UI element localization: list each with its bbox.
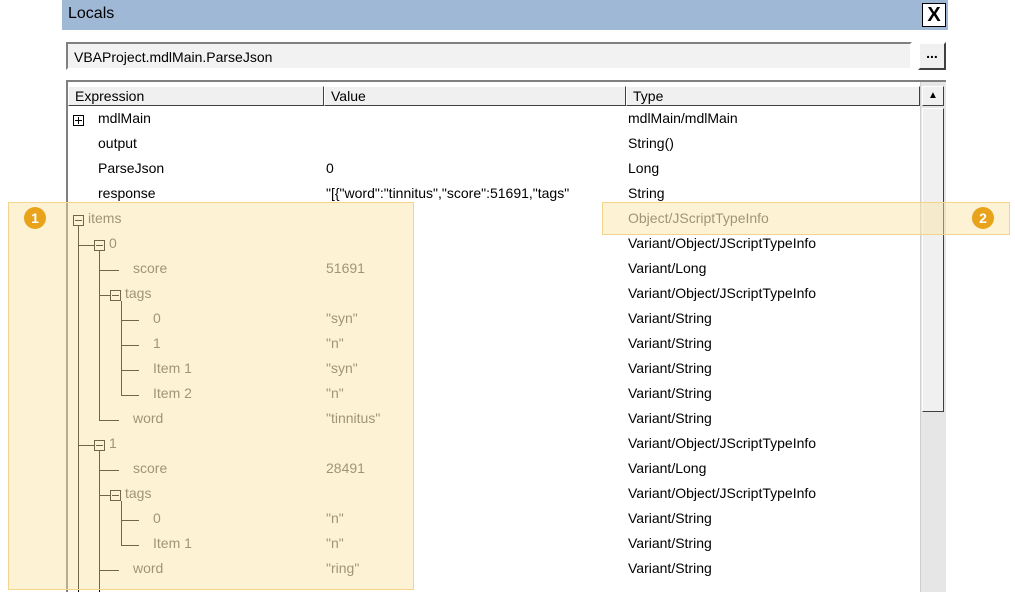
context-field: VBAProject.mdlMain.ParseJson xyxy=(66,42,912,70)
expression-cell: ParseJson xyxy=(98,160,165,176)
type-cell: Long xyxy=(628,160,660,176)
table-row[interactable]: output String() xyxy=(68,132,918,157)
context-text: VBAProject.mdlMain.ParseJson xyxy=(74,49,273,65)
type-cell: Variant/String xyxy=(628,510,712,526)
type-cell: Variant/Long xyxy=(628,460,707,476)
title-bar: Locals X xyxy=(62,0,948,30)
type-cell: Variant/Long xyxy=(628,260,707,276)
window-title: Locals xyxy=(68,5,115,22)
type-cell: Variant/String xyxy=(628,310,712,326)
expression-cell: mdlMain xyxy=(98,110,151,126)
scroll-thumb[interactable] xyxy=(922,108,944,412)
type-cell: String xyxy=(628,185,665,201)
type-highlight xyxy=(602,202,1010,235)
value-cell: 0 xyxy=(326,160,334,176)
type-cell: Variant/String xyxy=(628,560,712,576)
expression-cell: response xyxy=(98,185,156,201)
call-stack-button[interactable]: ... xyxy=(918,42,946,70)
scroll-up-arrow-icon[interactable]: ▲ xyxy=(922,86,944,106)
items-highlight xyxy=(8,202,414,590)
context-row: VBAProject.mdlMain.ParseJson ... xyxy=(66,42,946,70)
callout-badge-1: 1 xyxy=(24,207,46,229)
type-cell: Variant/Object/JScriptTypeInfo xyxy=(628,435,817,451)
type-cell: Variant/String xyxy=(628,385,712,401)
type-cell: Variant/String xyxy=(628,335,712,351)
value-cell: "[{"word":"tinnitus","score":51691,"tags… xyxy=(326,185,570,201)
type-cell: Variant/String xyxy=(628,410,712,426)
close-button[interactable]: X xyxy=(922,3,946,27)
type-cell: Variant/Object/JScriptTypeInfo xyxy=(628,235,817,251)
vertical-scrollbar[interactable]: ▲ xyxy=(920,82,946,592)
type-cell: Variant/Object/JScriptTypeInfo xyxy=(628,285,817,301)
table-row[interactable]: ParseJson 0 Long xyxy=(68,157,918,182)
header-value[interactable]: Value xyxy=(324,86,626,106)
type-cell: Variant/String xyxy=(628,360,712,376)
header-type[interactable]: Type xyxy=(626,86,920,106)
callout-badge-2: 2 xyxy=(972,207,994,229)
type-cell: String() xyxy=(628,135,674,151)
table-row[interactable]: mdlMain mdlMain/mdlMain xyxy=(68,107,918,132)
expression-cell: output xyxy=(98,135,137,151)
type-cell: mdlMain/mdlMain xyxy=(628,110,738,126)
type-cell: Variant/Object/JScriptTypeInfo xyxy=(628,485,817,501)
type-cell: Variant/String xyxy=(628,535,712,551)
